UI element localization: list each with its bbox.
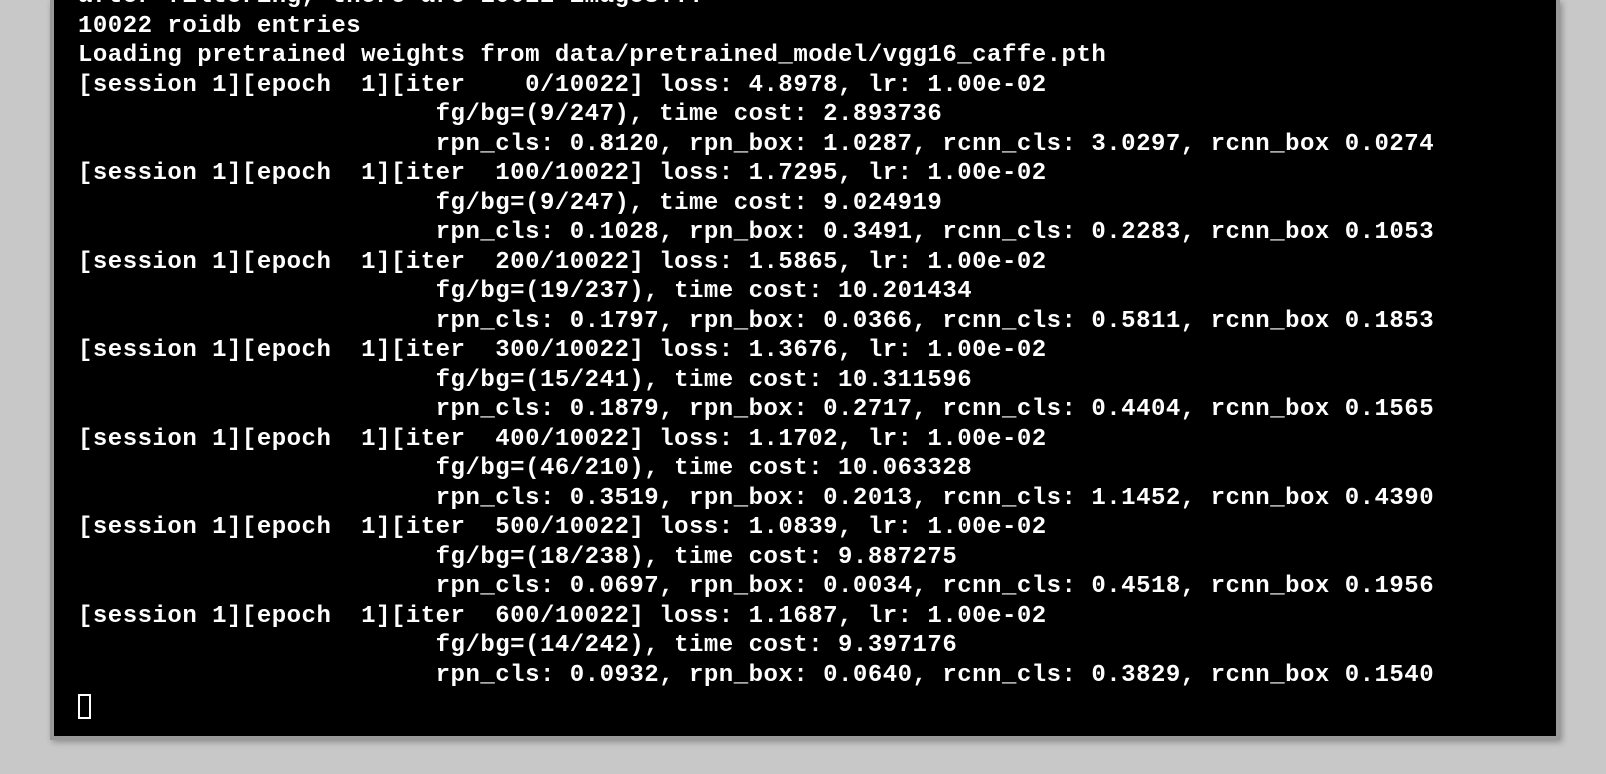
- training-log: [session 1][epoch 1][iter 0/10022] loss:…: [78, 72, 1434, 689]
- terminal-window[interactable]: after filtering, there are 10022 images.…: [50, 0, 1560, 740]
- log-roidb-line: 10022 roidb entries: [78, 13, 361, 40]
- log-filter-line: after filtering, there are 10022 images.…: [78, 0, 704, 10]
- cursor-icon: [78, 694, 91, 719]
- log-loading-line: Loading pretrained weights from data/pre…: [78, 42, 1106, 69]
- terminal-output: after filtering, there are 10022 images.…: [54, 0, 1556, 721]
